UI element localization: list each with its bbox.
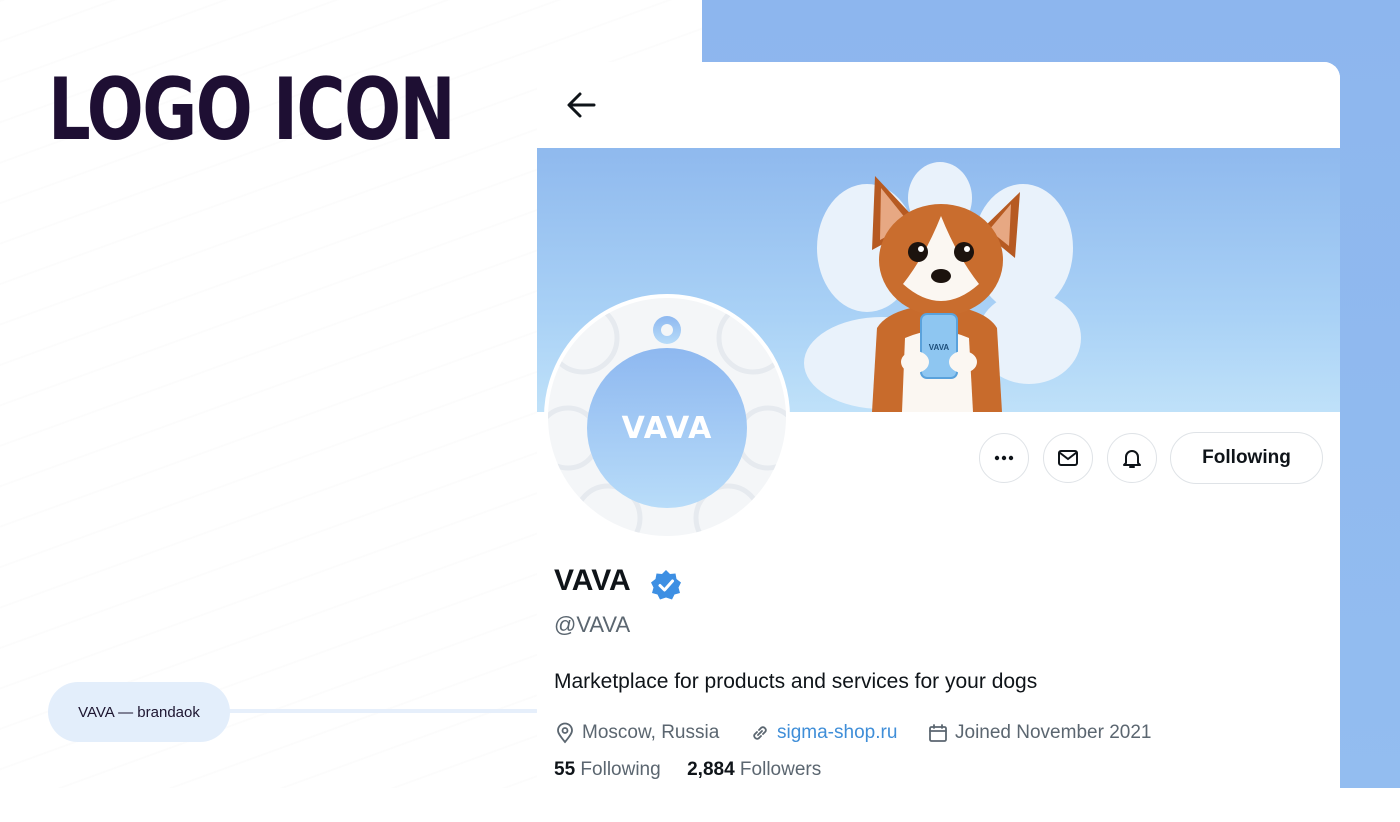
- back-button[interactable]: [561, 84, 603, 126]
- website-link[interactable]: sigma-shop.ru: [777, 722, 897, 744]
- following-button[interactable]: Following: [1170, 432, 1323, 484]
- more-options-button[interactable]: [979, 433, 1029, 483]
- bell-icon: [1123, 450, 1141, 468]
- following-stat[interactable]: 55 Following: [554, 759, 661, 780]
- notifications-button[interactable]: [1107, 433, 1157, 483]
- envelope-icon: [1058, 450, 1078, 466]
- brand-caption-pill: VAVA — brandaok: [48, 682, 230, 742]
- arrow-left-icon: [567, 92, 596, 118]
- verified-badge-icon: [651, 570, 681, 600]
- profile-handle: @VAVA: [554, 612, 631, 637]
- followers-label: Followers: [739, 759, 822, 780]
- profile-stats: 55 Following 2,884 Followers: [554, 759, 821, 781]
- following-count: 55: [554, 759, 576, 780]
- display-name: VAVA: [554, 564, 631, 597]
- followers-stat[interactable]: 2,884 Followers: [687, 759, 821, 780]
- profile-card: VAVA VAVA Following VAVA @VAVA Marketpla…: [537, 62, 1340, 822]
- more-horizontal-icon: [994, 455, 1014, 461]
- message-button[interactable]: [1043, 433, 1093, 483]
- mascot-phone-text: VAVA: [929, 343, 950, 352]
- slide-title: LOGO ICON: [48, 60, 456, 160]
- profile-location: Moscow, Russia: [554, 722, 719, 744]
- profile-website[interactable]: sigma-shop.ru: [749, 722, 897, 744]
- profile-top-bar: [537, 62, 1340, 148]
- connector-line: [226, 709, 538, 713]
- location-text: Moscow, Russia: [582, 722, 720, 743]
- profile-avatar[interactable]: VAVA: [544, 294, 790, 540]
- calendar-icon: [929, 724, 947, 742]
- location-pin-icon: [557, 722, 573, 744]
- vava-logo-icon: VAVA: [548, 301, 786, 536]
- following-label: Following: [580, 759, 661, 780]
- profile-joined: Joined November 2021: [927, 722, 1151, 744]
- link-icon: [753, 726, 767, 740]
- brand-caption-text: VAVA — brandaok: [78, 703, 200, 721]
- avatar-logo-text: VAVA: [622, 411, 713, 446]
- profile-bio: Marketplace for products and services fo…: [554, 670, 1038, 693]
- followers-count: 2,884: [687, 759, 735, 780]
- joined-text: Joined November 2021: [955, 722, 1152, 743]
